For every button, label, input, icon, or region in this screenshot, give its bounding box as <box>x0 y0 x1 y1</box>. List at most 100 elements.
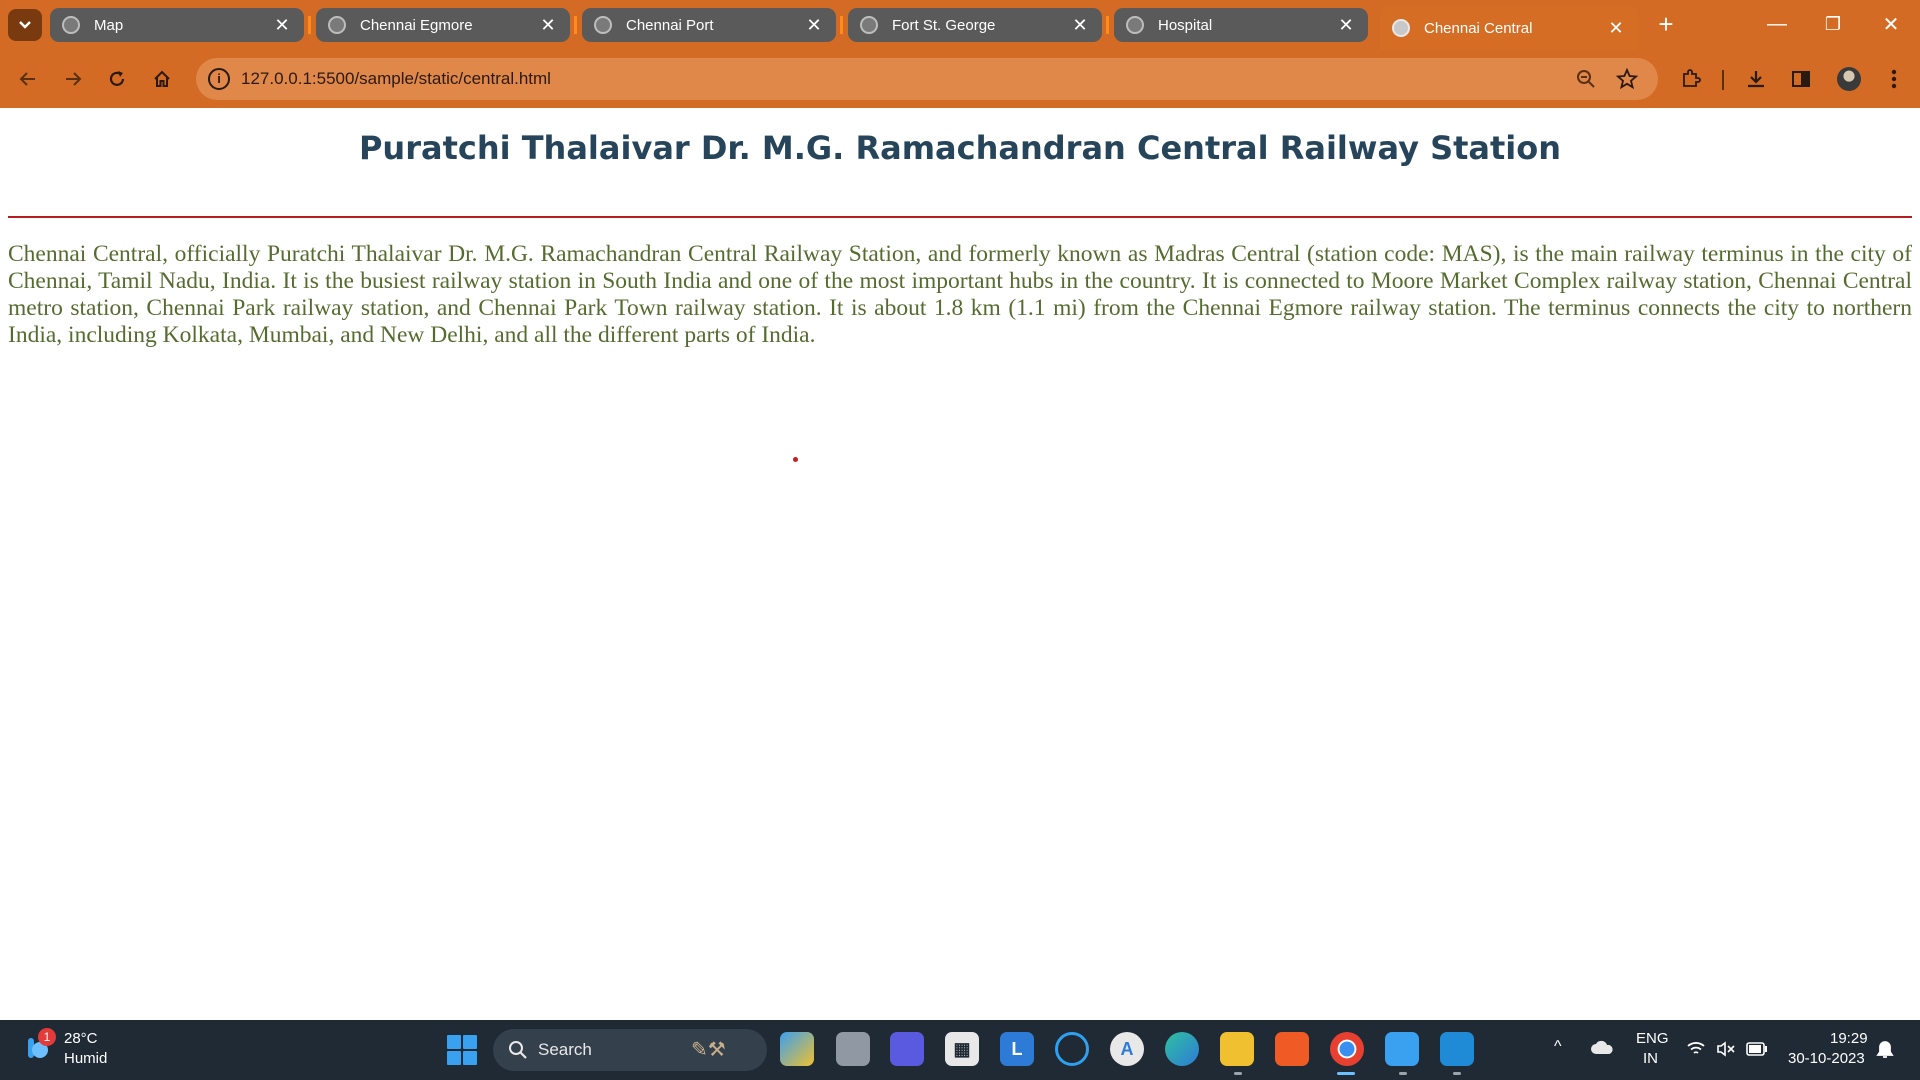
close-icon[interactable]: ✕ <box>804 15 824 36</box>
windows-logo-icon <box>463 1051 477 1065</box>
cortana-icon[interactable] <box>1055 1032 1089 1066</box>
chrome-icon[interactable] <box>1330 1032 1364 1066</box>
notification-bell-icon[interactable] <box>1876 1040 1894 1060</box>
app-l-icon[interactable]: L <box>1000 1032 1034 1066</box>
vscode-icon[interactable] <box>1440 1032 1474 1066</box>
tab-title: Map <box>94 16 124 34</box>
chevron-up-icon[interactable]: ^ <box>1554 1038 1562 1056</box>
app-store-icon[interactable]: A <box>1110 1032 1144 1066</box>
close-icon[interactable]: ✕ <box>272 15 292 36</box>
taskbar: 1 28°C Humid Search ✎⚒ ▦ L A ^ ENG IN 19… <box>0 1020 1920 1080</box>
station-description: Chennai Central, officially Puratchi Tha… <box>8 241 1912 348</box>
brave-icon[interactable] <box>1275 1032 1309 1066</box>
bookmark-star-icon[interactable] <box>1616 68 1638 90</box>
store-icon[interactable]: ▦ <box>945 1032 979 1066</box>
tab-fort-st-george[interactable]: Fort St. George ✕ <box>848 8 1102 42</box>
tab-title: Chennai Port <box>626 16 714 34</box>
extensions-button[interactable] <box>1675 63 1707 95</box>
running-indicator <box>1234 1072 1242 1075</box>
back-button[interactable] <box>12 63 44 95</box>
tab-chennai-port[interactable]: Chennai Port ✕ <box>582 8 836 42</box>
file-explorer-icon[interactable] <box>1220 1032 1254 1066</box>
browser-toolbar: i 127.0.0.1:5500/sample/static/central.h… <box>0 50 1920 108</box>
tab-title: Chennai Central <box>1424 19 1533 37</box>
globe-icon <box>328 16 346 34</box>
profile-button[interactable] <box>1833 63 1865 95</box>
teams-chat-icon[interactable] <box>890 1032 924 1066</box>
new-tab-button[interactable]: + <box>1651 10 1681 38</box>
tab-divider <box>308 16 311 34</box>
tab-divider <box>574 16 577 34</box>
tab-map[interactable]: Map ✕ <box>50 8 304 42</box>
puzzle-icon <box>1683 69 1701 87</box>
globe-icon <box>1126 16 1144 34</box>
close-icon[interactable]: ✕ <box>1606 18 1626 39</box>
globe-icon <box>594 16 612 34</box>
notepad-icon[interactable] <box>1385 1032 1419 1066</box>
arrow-right-icon <box>66 72 82 86</box>
arrow-left-icon <box>19 72 35 86</box>
language-primary[interactable]: ENG <box>1636 1030 1669 1047</box>
restore-button[interactable]: ❐ <box>1808 8 1858 40</box>
edge-icon[interactable] <box>1165 1032 1199 1066</box>
tab-hospital[interactable]: Hospital ✕ <box>1114 8 1368 42</box>
address-text[interactable]: 127.0.0.1:5500/sample/static/central.htm… <box>241 69 551 89</box>
downloads-button[interactable] <box>1740 63 1772 95</box>
forward-button[interactable] <box>57 63 89 95</box>
minimize-button[interactable]: — <box>1752 8 1802 40</box>
notification-badge: 1 <box>38 1028 56 1046</box>
search-highlight-icon: ✎⚒ <box>691 1039 726 1061</box>
reload-icon <box>109 71 125 86</box>
weather-temperature: 28°C <box>64 1030 98 1047</box>
close-icon[interactable]: ✕ <box>1336 15 1356 36</box>
globe-icon <box>1392 19 1410 37</box>
home-button[interactable] <box>146 63 178 95</box>
clock-time[interactable]: 19:29 <box>1830 1030 1868 1047</box>
active-indicator <box>1337 1072 1355 1075</box>
zoom-icon[interactable] <box>1576 69 1596 89</box>
tab-chennai-egmore[interactable]: Chennai Egmore ✕ <box>316 8 570 42</box>
home-icon <box>154 70 170 87</box>
running-indicator <box>1453 1072 1461 1075</box>
task-view-icon[interactable] <box>836 1032 870 1066</box>
menu-button[interactable] <box>1878 63 1910 95</box>
volume-muted-icon[interactable] <box>1716 1041 1736 1057</box>
avatar <box>1837 67 1861 91</box>
heading-rule <box>8 216 1912 218</box>
side-panel-icon <box>1792 71 1810 87</box>
close-icon[interactable]: ✕ <box>538 15 558 36</box>
start-button[interactable] <box>447 1035 477 1065</box>
more-vertical-icon <box>1891 69 1897 89</box>
battery-icon[interactable] <box>1746 1042 1768 1056</box>
close-icon[interactable]: ✕ <box>1070 15 1090 36</box>
site-info-icon[interactable]: i <box>208 68 230 90</box>
onedrive-icon[interactable] <box>1590 1040 1614 1056</box>
toolbar-divider <box>1722 70 1724 90</box>
tab-title: Fort St. George <box>892 16 996 34</box>
weather-description: Humid <box>64 1050 108 1067</box>
tab-chennai-central[interactable]: Chennai Central ✕ <box>1380 6 1638 50</box>
wifi-icon[interactable] <box>1687 1041 1705 1057</box>
windows-logo-icon <box>463 1035 477 1049</box>
tab-title: Hospital <box>1158 16 1213 34</box>
clock-date[interactable]: 30-10-2023 <box>1788 1050 1865 1067</box>
tab-divider <box>1106 16 1109 34</box>
language-secondary[interactable]: IN <box>1643 1050 1658 1067</box>
windows-logo-icon <box>447 1051 461 1065</box>
close-window-button[interactable]: ✕ <box>1866 8 1916 40</box>
tab-title: Chennai Egmore <box>360 16 473 34</box>
tab-divider <box>840 16 843 34</box>
search-icon <box>509 1041 527 1059</box>
search-label: Search <box>538 1040 592 1059</box>
chevron-down-icon <box>19 21 31 29</box>
taskbar-search[interactable]: Search ✎⚒ <box>493 1029 767 1071</box>
page-title: Puratchi Thalaivar Dr. M.G. Ramachandran… <box>358 129 1562 167</box>
reload-button[interactable] <box>101 63 133 95</box>
globe-icon <box>62 16 80 34</box>
copilot-icon[interactable] <box>780 1032 814 1066</box>
side-panel-button[interactable] <box>1785 63 1817 95</box>
page-content: Puratchi Thalaivar Dr. M.G. Ramachandran… <box>0 108 1920 1020</box>
tab-search-button[interactable] <box>8 9 42 41</box>
running-indicator <box>1399 1072 1407 1075</box>
address-bar[interactable]: i 127.0.0.1:5500/sample/static/central.h… <box>196 58 1658 100</box>
